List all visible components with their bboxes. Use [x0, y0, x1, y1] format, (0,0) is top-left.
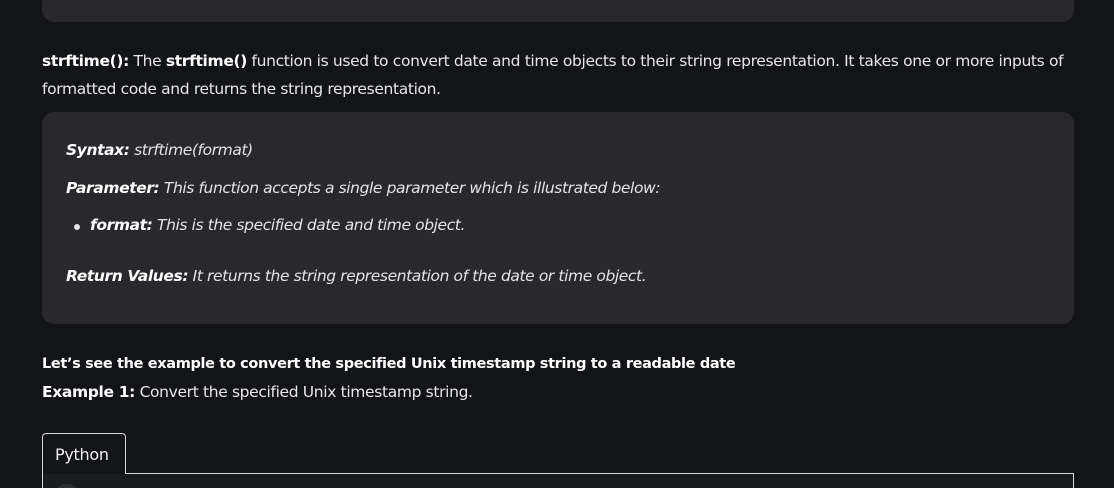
code-tabs: Python [42, 433, 1074, 488]
tab-python[interactable]: Python [42, 433, 126, 474]
previous-code-block [42, 0, 1074, 22]
intro-text-1: The [128, 52, 166, 70]
article-page: strftime(): The strftime() function is u… [0, 0, 1114, 488]
format-label: format: [90, 216, 153, 234]
return-label: Return Values: [66, 267, 189, 285]
strftime-func-name: strftime() [165, 52, 247, 70]
example-intro: Let’s see the example to convert the spe… [42, 350, 1082, 406]
code-panel-control[interactable] [53, 484, 81, 488]
strftime-description: strftime(): The strftime() function is u… [42, 47, 1082, 103]
parameter-line: Parameter: This function accepts a singl… [66, 179, 661, 197]
example-label: Example 1: [42, 383, 135, 401]
return-value: It returns the string representation of … [188, 267, 647, 285]
bullet-icon [74, 224, 80, 230]
format-value: This is the specified date and time obje… [152, 216, 466, 234]
syntax-value: strftime(format) [129, 141, 253, 159]
example-line: Example 1: Convert the specified Unix ti… [42, 383, 473, 401]
syntax-label: Syntax: [66, 141, 130, 159]
syntax-line: Syntax: strftime(format) [66, 141, 253, 159]
strftime-term: strftime(): [42, 52, 129, 70]
example-text: Convert the specified Unix timestamp str… [135, 383, 473, 401]
syntax-box: Syntax: strftime(format) Parameter: This… [42, 112, 1074, 324]
format-list-item: format: This is the specified date and t… [74, 216, 466, 234]
example-lead: Let’s see the example to convert the spe… [42, 356, 736, 372]
parameter-label: Parameter: [66, 179, 160, 197]
return-values-line: Return Values: It returns the string rep… [66, 267, 647, 285]
code-panel [42, 473, 1074, 488]
parameter-value: This function accepts a single parameter… [159, 179, 661, 197]
